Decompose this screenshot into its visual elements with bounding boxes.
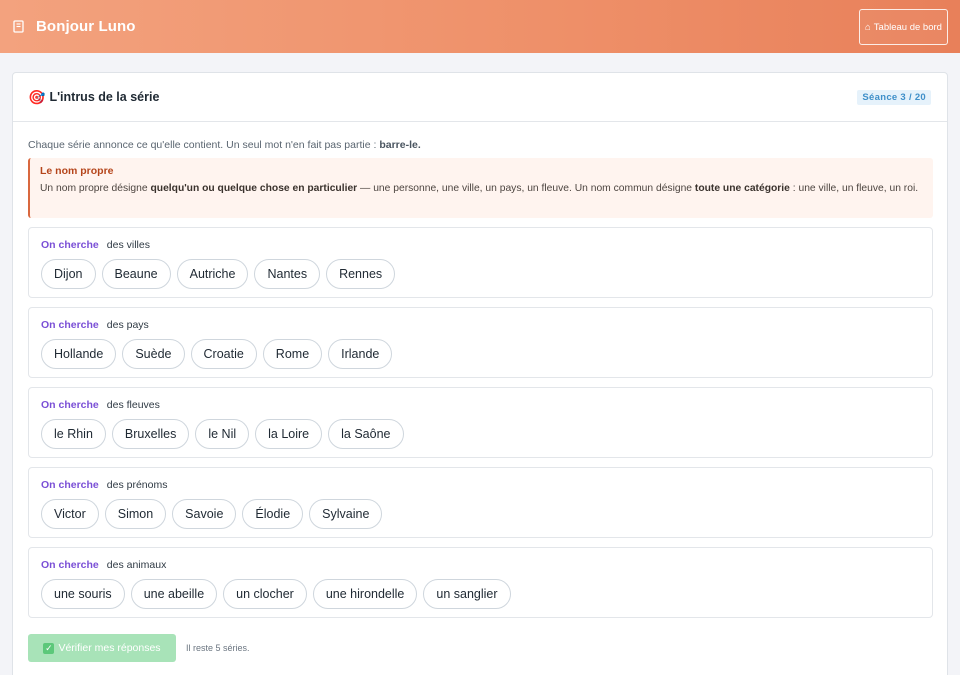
- word-chip[interactable]: Croatie: [190, 339, 257, 369]
- series-category: des prénoms: [106, 479, 168, 491]
- series-key: On cherche: [41, 239, 99, 251]
- rule-title: Le nom propre: [40, 165, 114, 177]
- verify-button-label: Vérifier mes réponses: [58, 642, 161, 654]
- word-list: Dijon Beaune Autriche Nantes Rennes: [41, 259, 396, 289]
- series-category: des pays: [106, 319, 149, 331]
- series-block: On cherche des pays Hollande Suède Croatie Ro…: [28, 307, 933, 378]
- word-chip[interactable]: Rennes: [326, 259, 396, 289]
- series-category: des villes: [106, 239, 150, 251]
- series-category: des fleuves: [106, 399, 160, 411]
- series-block: On cherche des animaux une souris une abeil…: [28, 547, 933, 618]
- series-heading: On cherche des animaux: [41, 559, 166, 571]
- word-chip[interactable]: le Nil: [195, 419, 250, 449]
- word-chip[interactable]: une abeille: [130, 579, 218, 609]
- word-list: une souris une abeille un clocher une hiron…: [41, 579, 511, 609]
- card-header: 🎯 L'intrus de la série Séance 3 / 20: [13, 73, 947, 122]
- word-chip[interactable]: Autriche: [176, 259, 249, 289]
- word-chip[interactable]: la Loire: [255, 419, 323, 449]
- exercise-title: L'intrus de la série: [49, 90, 160, 104]
- rule-text: Un nom propre désigne quelqu'un ou quelq…: [40, 183, 919, 194]
- word-chip[interactable]: Hollande: [41, 339, 117, 369]
- word-chip[interactable]: une hirondelle: [312, 579, 418, 609]
- series-key: On cherche: [41, 559, 99, 571]
- checkmark-icon: ✓: [43, 642, 55, 654]
- word-chip[interactable]: Rome: [262, 339, 323, 369]
- exercise-card: 🎯 L'intrus de la série Séance 3 / 20 Cha…: [12, 72, 948, 675]
- word-chip[interactable]: une souris: [41, 579, 125, 609]
- word-chip[interactable]: Bruxelles: [111, 419, 190, 449]
- session-badge: Séance 3 / 20: [857, 90, 931, 105]
- word-chip[interactable]: Beaune: [101, 259, 171, 289]
- series-category: des animaux: [106, 559, 167, 571]
- word-chip[interactable]: Nantes: [254, 259, 321, 289]
- dashboard-button[interactable]: ⌂ Tableau de bord: [859, 9, 948, 45]
- word-chip[interactable]: Victor: [41, 499, 99, 529]
- series-heading: On cherche des pays: [41, 319, 149, 331]
- word-chip[interactable]: Simon: [104, 499, 167, 529]
- instructions-strong: barre-le.: [379, 139, 421, 151]
- app-title: Bonjour Luno: [36, 18, 136, 35]
- word-chip[interactable]: Irlande: [328, 339, 393, 369]
- word-list: Victor Simon Savoie Élodie Sylvaine: [41, 499, 383, 529]
- series-key: On cherche: [41, 319, 99, 331]
- series-heading: On cherche des villes: [41, 239, 150, 251]
- card-footer: ✓ Vérifier mes réponses Il reste 5 série…: [28, 634, 250, 662]
- series-heading: On cherche des fleuves: [41, 399, 160, 411]
- dashboard-button-label: Tableau de bord: [873, 21, 942, 33]
- series-key: On cherche: [41, 479, 99, 491]
- word-chip[interactable]: Suède: [122, 339, 185, 369]
- word-chip[interactable]: la Saône: [328, 419, 404, 449]
- word-list: Hollande Suède Croatie Rome Irlande: [41, 339, 393, 369]
- word-chip[interactable]: Élodie: [242, 499, 304, 529]
- book-icon: [12, 19, 26, 34]
- word-chip[interactable]: Dijon: [41, 259, 96, 289]
- rule-box: Le nom propre Un nom propre désigne quel…: [28, 158, 933, 218]
- series-block: On cherche des prénoms Victor Simon Savoie Él…: [28, 467, 933, 538]
- series-key: On cherche: [41, 399, 99, 411]
- remaining-count: Il reste 5 séries.: [186, 643, 250, 653]
- word-chip[interactable]: un sanglier: [423, 579, 511, 609]
- word-list: le Rhin Bruxelles le Nil la Loire la Saône: [41, 419, 404, 449]
- top-bar: Bonjour Luno ⌂ Tableau de bord: [0, 0, 960, 53]
- home-icon: ⌂: [865, 21, 871, 33]
- word-chip[interactable]: Sylvaine: [309, 499, 383, 529]
- verify-button[interactable]: ✓ Vérifier mes réponses: [28, 634, 176, 662]
- series-block: On cherche des fleuves le Rhin Bruxelles le …: [28, 387, 933, 458]
- word-chip[interactable]: un clocher: [223, 579, 307, 609]
- target-icon: 🎯: [28, 88, 46, 105]
- series-heading: On cherche des prénoms: [41, 479, 167, 491]
- word-chip[interactable]: Savoie: [172, 499, 237, 529]
- word-chip[interactable]: le Rhin: [41, 419, 106, 449]
- instructions: Chaque série annonce ce qu'elle contient…: [28, 139, 421, 151]
- series-block: On cherche des villes Dijon Beaune Autriche N…: [28, 227, 933, 298]
